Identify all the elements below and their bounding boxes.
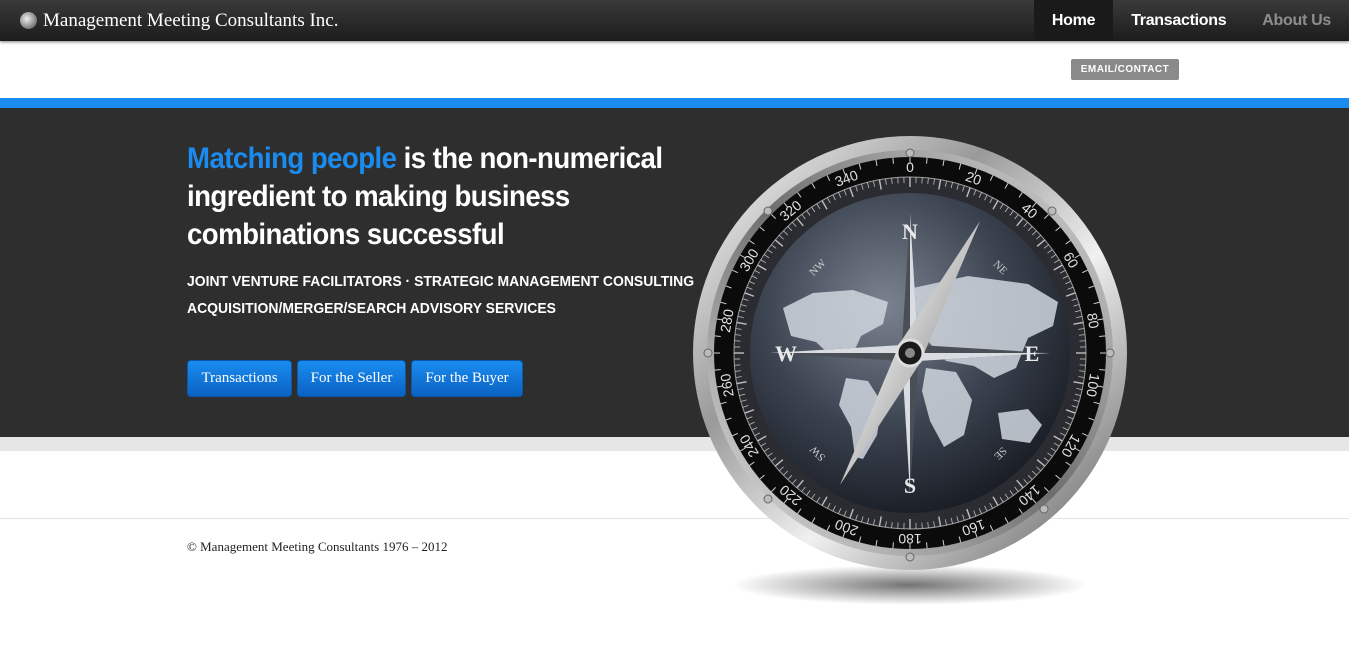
footer-divider: [0, 518, 1349, 519]
compass-e-label: E: [1025, 341, 1040, 366]
compass-logo-icon: [20, 12, 37, 29]
compass-degree-80: 80: [1084, 312, 1102, 330]
nav-about-us[interactable]: About Us: [1244, 0, 1349, 41]
for-the-buyer-button[interactable]: For the Buyer: [411, 360, 523, 397]
services-line-1: JOINT VENTURE FACILITATORS · STRATEGIC M…: [187, 273, 695, 290]
transactions-button[interactable]: Transactions: [187, 360, 292, 397]
email-contact-button[interactable]: EMAIL/CONTACT: [1071, 59, 1179, 80]
brand[interactable]: Management Meeting Consultants Inc.: [20, 0, 339, 41]
compass-illustration: N E S W NE SE SW NW 02040608010012014016…: [693, 136, 1127, 605]
hero-bottom-band: [0, 437, 1349, 451]
compass-w-label: W: [775, 341, 797, 366]
compass-degree-0: 0: [906, 159, 914, 175]
hero-headline: Matching people is the non-numerical ing…: [187, 140, 665, 254]
accent-stripe: [0, 98, 1349, 108]
top-navbar: Management Meeting Consultants Inc. Home…: [0, 0, 1349, 41]
for-the-seller-button[interactable]: For the Seller: [297, 360, 406, 397]
services-line-2: ACQUISITION/MERGER/SEARCH ADVISORY SERVI…: [187, 300, 556, 317]
compass-s-label: S: [904, 473, 916, 498]
nav-transactions[interactable]: Transactions: [1113, 0, 1244, 41]
brand-name: Management Meeting Consultants Inc.: [43, 9, 339, 31]
headline-highlight: Matching people: [187, 142, 397, 175]
footer-copyright: © Management Meeting Consultants 1976 – …: [187, 539, 448, 554]
compass-degree-180: 180: [898, 531, 922, 547]
nav-home[interactable]: Home: [1033, 0, 1114, 41]
main-nav: Home Transactions About Us: [1033, 0, 1349, 41]
compass-n-label: N: [902, 219, 918, 244]
